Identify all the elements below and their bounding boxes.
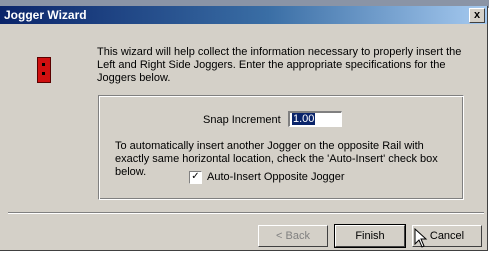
settings-group: Snap Increment 1.00 To automatically ins… xyxy=(98,95,464,200)
separator xyxy=(8,212,484,214)
auto-insert-label[interactable]: Auto-Insert Opposite Jogger xyxy=(207,171,345,183)
snap-increment-value: 1.00 xyxy=(292,113,316,125)
title-bar: Jogger Wizard x xyxy=(0,6,487,24)
finish-button[interactable]: Finish xyxy=(334,224,406,248)
back-button[interactable]: < Back xyxy=(258,225,328,247)
auto-insert-checkbox[interactable]: ✓ xyxy=(189,171,202,184)
close-button[interactable]: x xyxy=(469,8,485,23)
intro-text: This wizard will help collect the inform… xyxy=(97,46,462,84)
snap-increment-input[interactable]: 1.00 xyxy=(288,111,342,127)
snap-increment-label: Snap Increment xyxy=(203,114,281,126)
mouse-pointer-icon xyxy=(414,228,428,248)
jogger-wizard-dialog: Jogger Wizard x This wizard will help co… xyxy=(0,6,488,251)
jogger-icon xyxy=(37,57,51,83)
window-title: Jogger Wizard xyxy=(4,8,87,22)
